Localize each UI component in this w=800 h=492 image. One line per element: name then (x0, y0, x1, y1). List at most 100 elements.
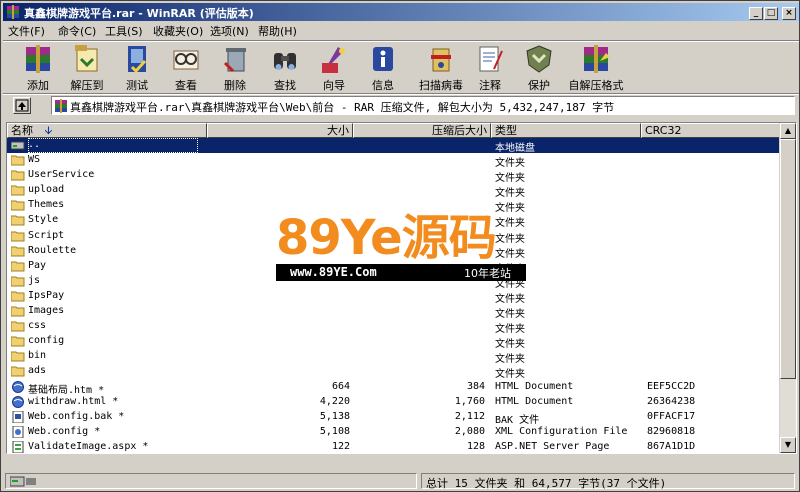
status-right-panel: 总计 15 文件夹 和 64,577 字节(37 个文件) (421, 473, 795, 490)
file-name: 基础布局.htm * (28, 384, 105, 396)
file-type: HTML Document (495, 380, 574, 392)
file-type: BAK 文件 (495, 414, 540, 426)
view-icon (173, 50, 199, 70)
comment-icon (479, 46, 503, 72)
add-icon (26, 45, 50, 73)
folder-icon (11, 170, 25, 181)
status-bar: 总计 15 文件夹 和 64,577 字节(37 个文件) (3, 471, 799, 491)
sfx-button[interactable]: 自解压格式 (569, 43, 624, 92)
column-crc-header[interactable]: CRC32 (641, 123, 780, 138)
file-name: upload (28, 184, 65, 196)
file-row[interactable]: Web.config.bak * 5,138 2,112 BAK 文件 0FFACF17 (7, 410, 796, 426)
toolbar: 添加 解压到 测试 查看 删除 查找 向导 信息 扫描病毒 注释 保护 自解压格… (3, 41, 799, 93)
folder-icon (11, 366, 25, 377)
info-button[interactable]: 信息 (359, 43, 407, 92)
file-name: Roulette (28, 244, 77, 256)
path-field[interactable]: 真鑫棋牌游戏平台.rar\真鑫棋牌游戏平台\Web\前台 - RAR 压缩文件,… (51, 96, 795, 115)
close-button[interactable]: × (782, 7, 796, 20)
file-row[interactable]: 基础布局.htm * 664 384 HTML Document EEF5CC2D (7, 380, 796, 396)
file-crc: EEF5CC2D (647, 380, 696, 392)
folder-icon (11, 215, 25, 226)
file-row[interactable]: Images 文件夹 (7, 304, 796, 320)
folder-icon (11, 155, 25, 166)
file-type: XML Configuration File (495, 425, 628, 437)
file-size: 664 (331, 380, 350, 392)
folder-icon (11, 351, 25, 362)
menu-file[interactable]: 文件(F) (8, 23, 45, 39)
file-size: 5,138 (319, 410, 350, 422)
test-icon (128, 46, 147, 74)
column-type-header[interactable]: 类型 (491, 123, 641, 138)
menu-commands[interactable]: 命令(C) (58, 23, 96, 39)
file-row[interactable]: ValidateImage.aspx * 122 128 ASP.NET Server… (7, 440, 796, 453)
folder-icon (11, 291, 25, 302)
title-bar[interactable]: 真鑫棋牌游戏平台.rar - WinRAR (评估版本) _ □ × (3, 3, 799, 21)
file-name: .. (28, 139, 41, 150)
menu-options[interactable]: 选项(N) (210, 23, 249, 39)
folder-icon (11, 185, 25, 196)
local-disk-icon (11, 141, 25, 150)
status-left-panel (5, 473, 417, 489)
file-name: WS (28, 154, 41, 166)
file-row[interactable]: IpsPay 文件夹 (7, 289, 796, 305)
vertical-scrollbar[interactable]: ▲ ▼ (779, 123, 796, 453)
path-text: 真鑫棋牌游戏平台.rar\真鑫棋牌游戏平台\Web\前台 - RAR 压缩文件,… (70, 101, 615, 114)
file-row[interactable]: upload 文件夹 (7, 183, 796, 199)
winrar-app-icon (7, 5, 19, 19)
path-bar: 真鑫棋牌游戏平台.rar\真鑫棋牌游戏平台\Web\前台 - RAR 压缩文件,… (3, 95, 799, 117)
aspx-file-icon (12, 440, 24, 453)
maximize-button[interactable]: □ (764, 7, 778, 20)
menu-help[interactable]: 帮助(H) (258, 23, 297, 39)
scroll-up-button[interactable]: ▲ (780, 123, 796, 139)
scroll-thumb[interactable] (780, 139, 796, 379)
find-icon (274, 53, 296, 70)
folder-icon (11, 231, 25, 242)
folder-icon (11, 246, 25, 257)
file-packed-size: 128 (466, 440, 485, 452)
column-name-header[interactable]: 名称 🡫 (7, 123, 207, 138)
file-name: Script (28, 229, 65, 241)
file-row[interactable]: withdraw.html * 4,220 1,760 HTML Document 26… (7, 395, 796, 410)
file-row[interactable]: css 文件夹 (7, 319, 796, 336)
delete-icon (223, 48, 246, 73)
file-type: 文件夹 (495, 324, 525, 336)
column-packed-header[interactable]: 压缩后大小 (353, 123, 491, 138)
folder-icon (11, 336, 25, 347)
column-size-header[interactable]: 大小 (207, 123, 353, 138)
file-name: Web.config.bak * (28, 410, 125, 422)
list-header: 名称 🡫 大小 压缩后大小 类型 CRC32 (7, 123, 796, 138)
bak-file-icon (12, 410, 24, 423)
file-packed-size: 1,760 (454, 395, 485, 407)
file-crc: 82960818 (647, 425, 696, 437)
file-row[interactable]: Web.config * 5,108 2,080 XML Configuration … (7, 425, 796, 440)
folder-icon (11, 306, 25, 317)
file-name: Style (28, 214, 59, 226)
virus-scan-icon (431, 48, 451, 72)
file-row[interactable]: config 文件夹 (7, 334, 796, 350)
window-title: 真鑫棋牌游戏平台.rar - WinRAR (评估版本) (24, 7, 254, 20)
folder-icon (11, 276, 25, 287)
info-icon (373, 47, 393, 71)
menu-favorites[interactable]: 收藏夹(O) (153, 23, 203, 39)
file-size: 5,108 (319, 425, 350, 437)
folder-icon (11, 261, 25, 272)
html-file-icon (12, 380, 24, 393)
file-row[interactable]: ads 文件夹 (7, 364, 796, 380)
file-packed-size: 2,112 (454, 410, 485, 422)
file-size: 4,220 (319, 395, 350, 407)
config-file-icon (12, 425, 24, 438)
file-list[interactable]: 名称 🡫 大小 压缩后大小 类型 CRC32 .. 本地磁盘 WS 文件夹 UserSe… (6, 122, 797, 454)
file-row[interactable]: WS 文件夹 (7, 153, 796, 169)
file-row[interactable]: .. 本地磁盘 (7, 138, 796, 154)
file-crc: 26364238 (647, 395, 696, 407)
minimize-button[interactable]: _ (749, 7, 763, 20)
scroll-down-button[interactable]: ▼ (780, 437, 796, 453)
column-name-label: 名称 (11, 124, 33, 137)
menu-tools[interactable]: 工具(S) (105, 23, 143, 39)
status-summary: 总计 15 文件夹 和 64,577 字节(37 个文件) (426, 477, 667, 490)
file-row[interactable]: UserService 文件夹 (7, 168, 796, 184)
file-row[interactable]: bin 文件夹 (7, 349, 796, 365)
protect-button[interactable]: 保护 (515, 43, 563, 92)
file-name: Themes (28, 199, 65, 211)
up-folder-button[interactable] (13, 97, 31, 114)
